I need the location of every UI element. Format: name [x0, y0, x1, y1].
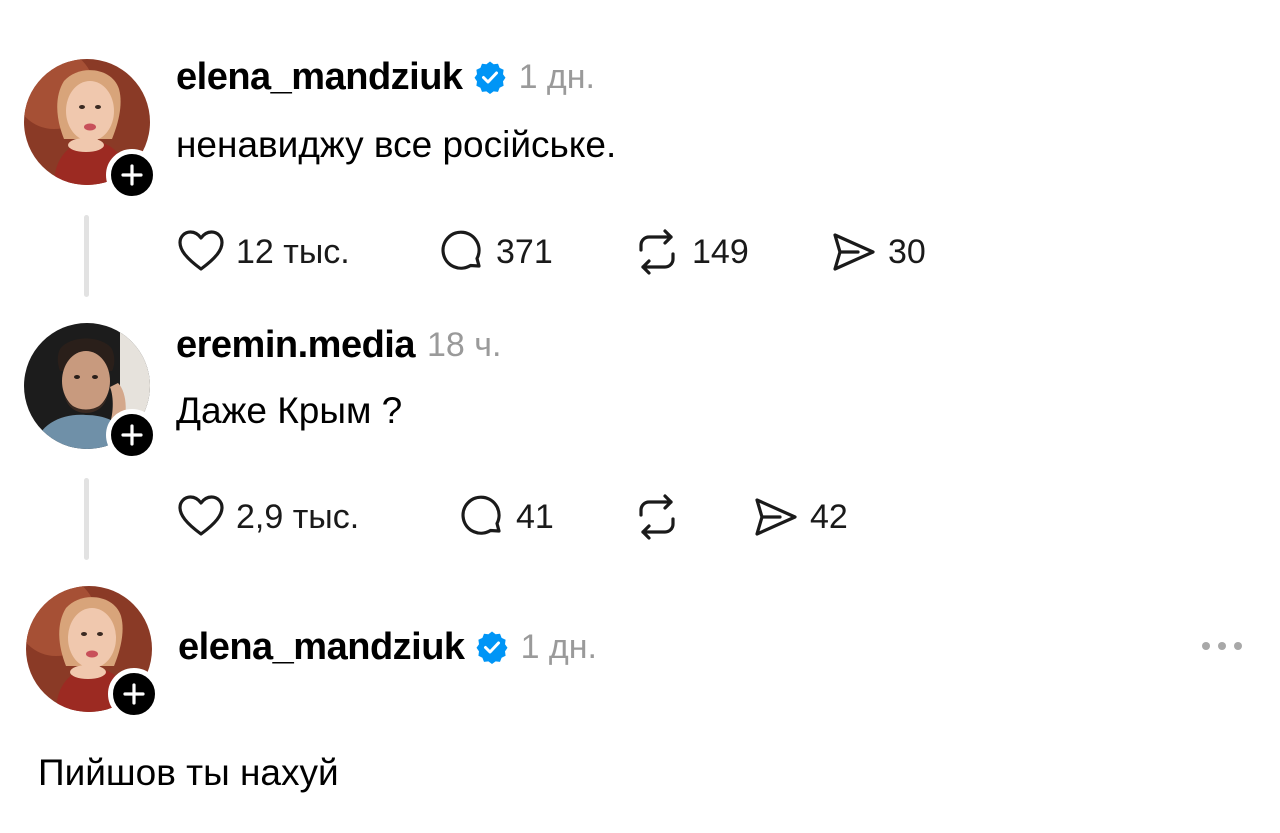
- speech-bubble-icon: [456, 492, 506, 542]
- plus-icon: [121, 681, 147, 707]
- like-button[interactable]: 12 тыс.: [176, 222, 350, 282]
- post-time[interactable]: 18 ч.: [427, 326, 501, 365]
- more-options-button[interactable]: [1202, 642, 1242, 650]
- thread-line: [84, 215, 89, 297]
- username[interactable]: elena_mandziuk: [178, 626, 465, 669]
- post-header: elena_mandziuk 1 дн.: [178, 622, 597, 672]
- share-button[interactable]: 30: [828, 222, 926, 282]
- plus-icon: [119, 422, 145, 448]
- like-count: 2,9 тыс.: [236, 497, 360, 536]
- repost-count: 149: [692, 232, 749, 271]
- like-count: 12 тыс.: [236, 232, 350, 271]
- username[interactable]: eremin.media: [176, 324, 416, 367]
- author-avatar-wrap[interactable]: [24, 323, 158, 461]
- thread-line: [84, 478, 89, 560]
- speech-bubble-icon: [436, 227, 486, 277]
- repost-arrows-icon: [632, 227, 682, 277]
- reply-button[interactable]: 41: [456, 487, 554, 547]
- post-header: elena_mandziuk 1 дн.: [176, 52, 595, 102]
- repost-button[interactable]: [632, 487, 682, 547]
- username[interactable]: elena_mandziuk: [176, 56, 463, 99]
- like-button[interactable]: 2,9 тыс.: [176, 487, 359, 547]
- ellipsis-icon-dot: [1234, 642, 1242, 650]
- heart-icon: [176, 227, 226, 277]
- post-text: Пийшов ты нахуй: [38, 752, 339, 793]
- post-header: eremin.media 18 ч.: [176, 320, 501, 370]
- post-text: ненавиджу все російське.: [176, 124, 617, 165]
- author-avatar-wrap[interactable]: [26, 586, 160, 720]
- ellipsis-icon-dot: [1202, 642, 1210, 650]
- heart-icon: [176, 492, 226, 542]
- reply-count: 41: [516, 497, 554, 536]
- post-actions: 2,9 тыс. 41 42: [176, 487, 896, 547]
- share-count: 42: [810, 497, 848, 536]
- share-button[interactable]: 42: [750, 487, 848, 547]
- plus-icon: [119, 162, 145, 188]
- reply-count: 371: [496, 232, 553, 271]
- verified-badge-icon: [473, 60, 507, 94]
- follow-button[interactable]: [106, 149, 158, 201]
- reply-button[interactable]: 371: [436, 222, 553, 282]
- post-time[interactable]: 1 дн.: [519, 58, 595, 97]
- post-text: Даже Крым ?: [176, 390, 403, 431]
- post-actions: 12 тыс. 371 149 30: [176, 222, 976, 282]
- follow-button[interactable]: [108, 668, 160, 720]
- paper-plane-icon: [828, 227, 878, 277]
- author-avatar-wrap[interactable]: [24, 59, 158, 201]
- paper-plane-icon: [750, 492, 800, 542]
- repost-arrows-icon: [632, 492, 682, 542]
- share-count: 30: [888, 232, 926, 271]
- ellipsis-icon-dot: [1218, 642, 1226, 650]
- post-time[interactable]: 1 дн.: [521, 628, 597, 667]
- follow-button[interactable]: [106, 409, 158, 461]
- repost-button[interactable]: 149: [632, 222, 749, 282]
- verified-badge-icon: [475, 630, 509, 664]
